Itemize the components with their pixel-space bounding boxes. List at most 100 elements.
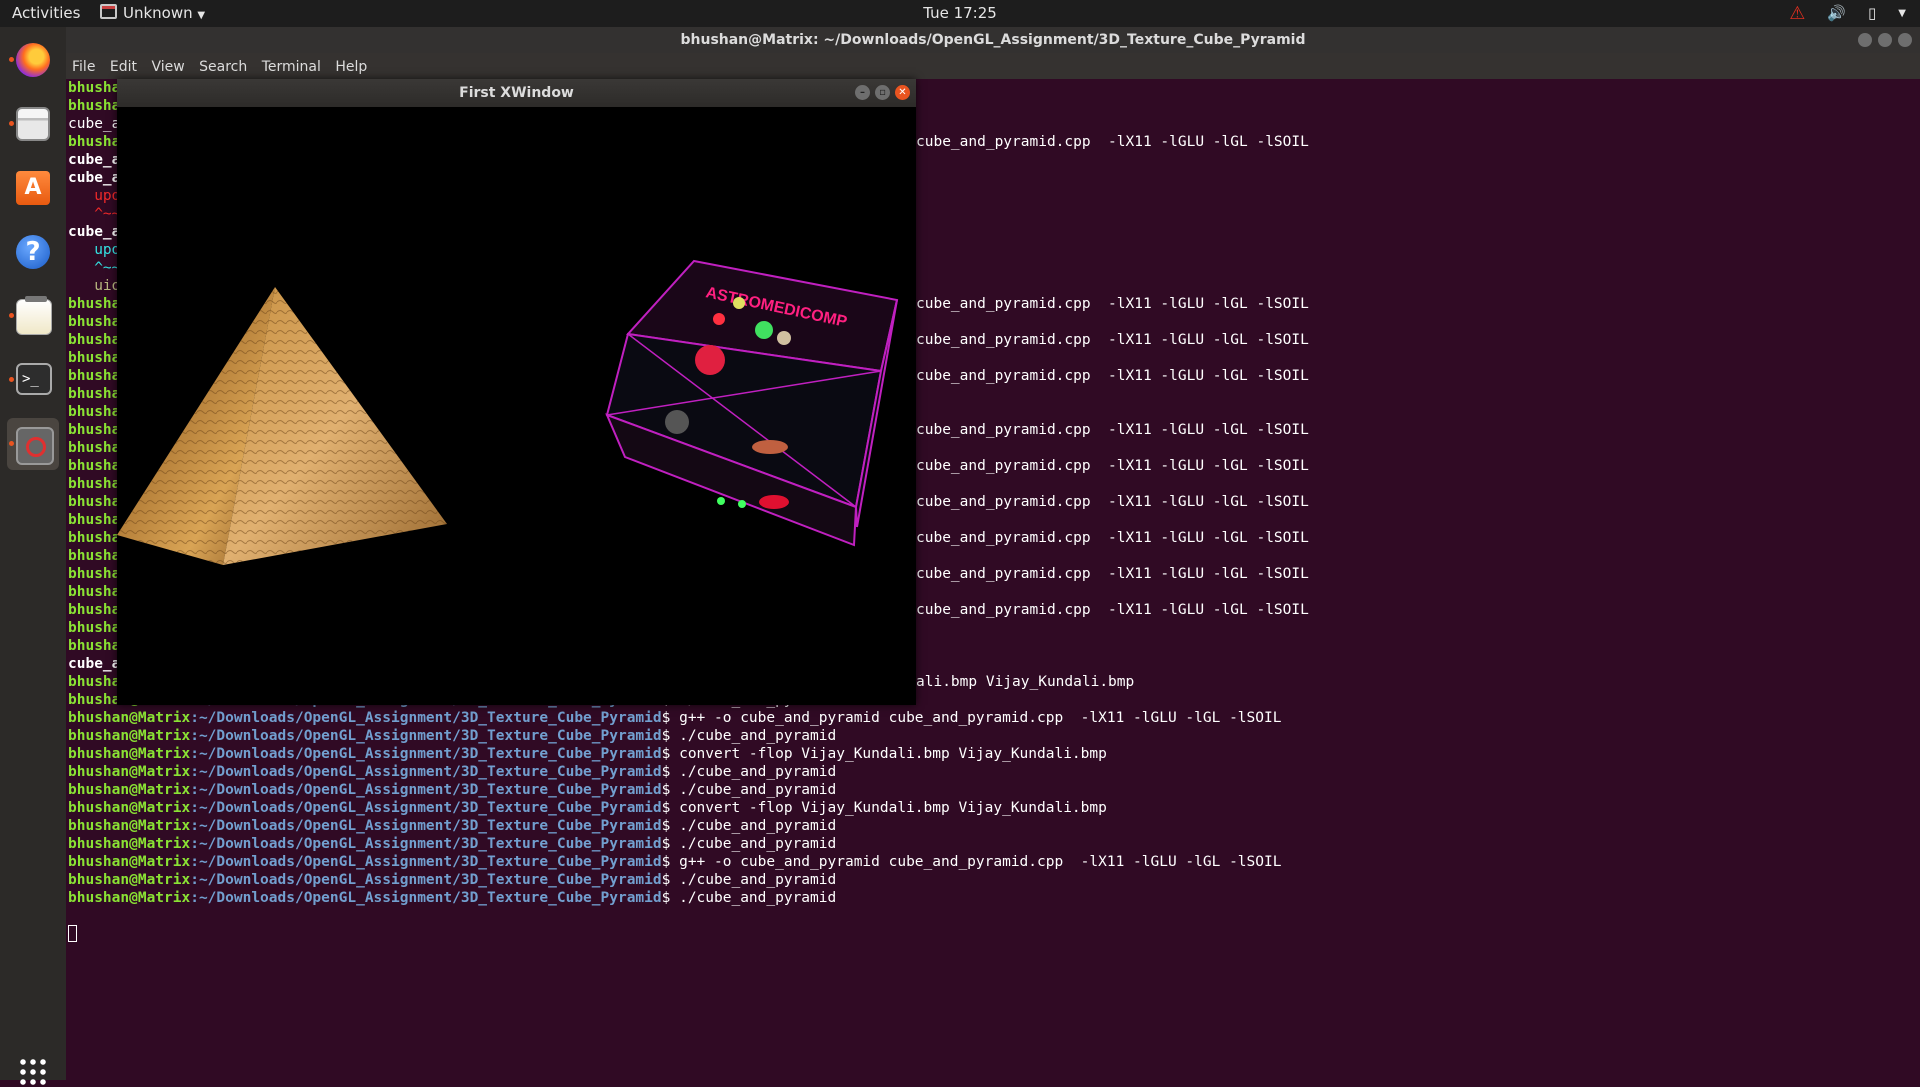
terminal-line: bhusha (68, 367, 120, 385)
dock-terminal[interactable]: >_ (7, 354, 59, 406)
command-text: ./cube_and_pyramid (679, 872, 837, 888)
app-menu-label: Unknown (123, 4, 193, 22)
terminal-line: bhusha (68, 673, 120, 691)
software-center-icon: A (16, 171, 50, 205)
prompt-user: bhushan@Matrix (68, 890, 191, 906)
terminal-line: bhushan@Matrix:~/Downloads/OpenGL_Assign… (68, 817, 836, 835)
command-text: convert -flop Vijay_Kundali.bmp Vijay_Ku… (679, 800, 1107, 816)
terminal-line-fragment: upd (68, 242, 121, 258)
prompt-user: bhushan@Matrix (68, 800, 191, 816)
terminal-line: bhushan@Matrix:~/Downloads/OpenGL_Assign… (68, 853, 1281, 871)
app-menu[interactable]: Unknown ▼ (100, 0, 205, 27)
terminal-line: bhusha (68, 493, 120, 511)
terminal-line: bhusha (68, 439, 120, 457)
terminal-line-fragment: bhusha (68, 80, 121, 96)
textured-pyramid (117, 287, 447, 565)
command-text: ./cube_and_pyramid (679, 836, 837, 852)
xwindow[interactable]: First XWindow – ▫ ✕ ASTROMEDICOMP (117, 79, 916, 705)
terminal-line-fragment: cube_and_pyramid.cpp -lX11 -lGLU -lGL -l… (916, 368, 1309, 384)
terminal-line-fragment: ^~~ (68, 260, 121, 276)
dock-help[interactable]: ? (7, 226, 59, 278)
terminal-line: bhushan@Matrix:~/Downloads/OpenGL_Assign… (68, 763, 836, 781)
clock[interactable]: Tue 17:25 (0, 0, 1920, 27)
terminal-line-fragment: cube_and_pyramid.cpp -lX11 -lGLU -lGL -l… (916, 494, 1309, 510)
terminal-titlebar[interactable]: bhushan@Matrix: ~/Downloads/OpenGL_Assig… (66, 27, 1920, 53)
top-bar: Activities Unknown ▼ Tue 17:25 ⚠ 🔊 ▯ ▼ (0, 0, 1920, 27)
terminal-line-fragment: ^~~ (68, 206, 121, 222)
terminal-line: bhusha (68, 295, 120, 313)
volume-icon[interactable]: 🔊 (1827, 0, 1846, 27)
terminal-line: bhushan@Matrix:~/Downloads/OpenGL_Assign… (68, 889, 836, 907)
menu-terminal[interactable]: Terminal (262, 53, 321, 82)
terminal-line: bhusha (68, 583, 120, 601)
terminal-line-fragment: bhusha (68, 368, 121, 384)
terminal-line: bhusha (68, 97, 120, 115)
prompt-path: :~/Downloads/OpenGL_Assignment/3D_Textur… (190, 854, 662, 870)
terminal-line: cube_a (68, 169, 120, 187)
prompt-suffix: $ (661, 800, 680, 816)
dock-software[interactable]: A (7, 162, 59, 214)
xwindow-titlebar[interactable]: First XWindow – ▫ ✕ (117, 79, 916, 107)
terminal-line-fragment: bhusha (68, 134, 121, 150)
terminal-line: upd (68, 241, 120, 259)
terminal-line-fragment: bhusha (68, 548, 121, 564)
terminal-line-fragment: bhusha (68, 674, 121, 690)
app-window-icon (100, 4, 117, 19)
xwindow-close-button[interactable]: ✕ (895, 85, 910, 100)
terminal-icon: >_ (16, 363, 52, 395)
close-button[interactable] (1898, 33, 1912, 47)
terminal-line-fragment: ali.bmp Vijay_Kundali.bmp (916, 674, 1135, 690)
terminal-line-fragment: cube_and_pyramid.cpp -lX11 -lGLU -lGL -l… (916, 602, 1309, 618)
dock-xwindow-app[interactable] (7, 418, 59, 470)
terminal-line-fragment: bhusha (68, 314, 121, 330)
running-indicator (9, 313, 14, 318)
menu-view[interactable]: View (151, 53, 184, 82)
system-menu-chevron-icon[interactable]: ▼ (1898, 0, 1906, 27)
running-indicator (9, 441, 14, 446)
maximize-button[interactable] (1878, 33, 1892, 47)
dock-firefox[interactable] (7, 34, 59, 86)
terminal-menubar: File Edit View Search Terminal Help (66, 53, 1920, 79)
firefox-icon (16, 43, 50, 77)
activities-button[interactable]: Activities (12, 0, 80, 27)
opengl-canvas[interactable]: ASTROMEDICOMP (117, 107, 916, 705)
minimize-button[interactable] (1858, 33, 1872, 47)
chevron-down-icon: ▼ (197, 10, 206, 21)
command-text: ./cube_and_pyramid (679, 818, 837, 834)
prompt-path: :~/Downloads/OpenGL_Assignment/3D_Textur… (190, 800, 662, 816)
terminal-line: bhusha (68, 619, 120, 637)
terminal-line-fragment: bhusha (68, 620, 121, 636)
terminal-line-fragment: cube_and_pyramid.cpp -lX11 -lGLU -lGL -l… (916, 296, 1309, 312)
menu-file[interactable]: File (72, 53, 95, 82)
dock-text-editor[interactable] (7, 290, 59, 342)
terminal-line-fragment: cube_and_pyramid.cpp -lX11 -lGLU -lGL -l… (916, 458, 1309, 474)
menu-search[interactable]: Search (199, 53, 247, 82)
planet-mars (695, 345, 725, 375)
prompt-suffix: $ (661, 782, 680, 798)
prompt-path: :~/Downloads/OpenGL_Assignment/3D_Textur… (190, 782, 662, 798)
menu-help[interactable]: Help (335, 53, 367, 82)
terminal-cursor (68, 925, 77, 942)
dock-files[interactable] (7, 98, 59, 150)
scene-svg: ASTROMEDICOMP (117, 259, 899, 565)
system-tray[interactable]: ⚠ 🔊 ▯ ▼ (1789, 0, 1906, 27)
xwindow-maximize-button[interactable]: ▫ (875, 85, 890, 100)
files-icon (16, 107, 50, 141)
prompt-suffix: $ (661, 818, 680, 834)
terminal-line-fragment: cube_and_pyramid.cpp -lX11 -lGLU -lGL -l… (916, 422, 1309, 438)
help-icon: ? (16, 235, 50, 269)
xwindow-minimize-button[interactable]: – (855, 85, 870, 100)
show-applications-icon[interactable] (18, 1057, 48, 1087)
terminal-line-fragment: cube_a (68, 656, 121, 672)
terminal-line: bhusha (68, 349, 120, 367)
battery-icon[interactable]: ▯ (1868, 0, 1876, 27)
prompt-user: bhushan@Matrix (68, 782, 191, 798)
warning-icon[interactable]: ⚠ (1789, 0, 1805, 27)
terminal-line: bhushan@Matrix:~/Downloads/OpenGL_Assign… (68, 745, 1107, 763)
menu-edit[interactable]: Edit (110, 53, 137, 82)
prompt-suffix: $ (661, 854, 680, 870)
prompt-suffix: $ (661, 728, 680, 744)
prompt-user: bhushan@Matrix (68, 728, 191, 744)
terminal-window-controls (1858, 33, 1912, 47)
terminal-line-fragment: bhusha (68, 404, 121, 420)
